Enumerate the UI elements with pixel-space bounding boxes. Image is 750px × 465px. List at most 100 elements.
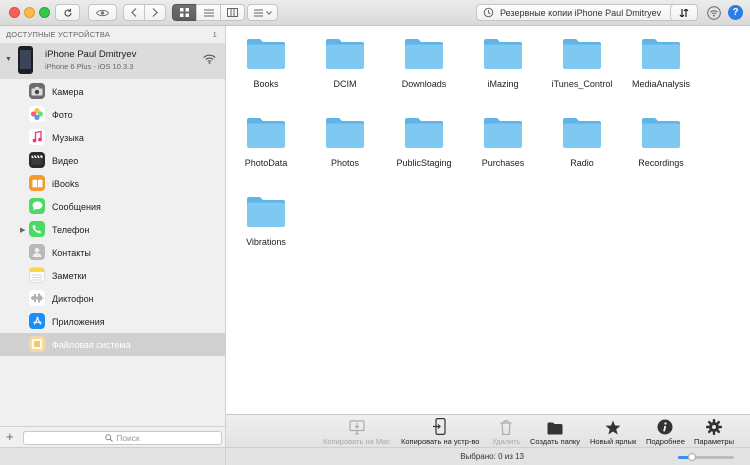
folder-item[interactable]: Books xyxy=(226,26,306,96)
sidebar: ДОСТУПНЫЕ УСТРОЙСТВА 1 ▼ iPhone Paul Dmi… xyxy=(0,26,226,465)
folder-icon xyxy=(484,118,522,148)
folder-name: Downloads xyxy=(401,79,447,89)
action-bar: Копировать на Mac Копировать на устр-во … xyxy=(226,414,750,447)
expand-triangle-icon[interactable]: ▶ xyxy=(20,226,25,234)
folder-item[interactable]: iMazing xyxy=(463,26,543,96)
notes-icon xyxy=(29,267,45,283)
copy-to-mac-icon xyxy=(348,420,365,435)
grid-icon xyxy=(180,8,189,17)
folder-item[interactable]: iTunes_Control xyxy=(542,26,622,96)
sidebar-item-voice-memos[interactable]: Диктофон xyxy=(0,287,225,310)
sidebar-item-photos[interactable]: Фото xyxy=(0,103,225,126)
info-label: Подробнее xyxy=(646,437,685,446)
copy-to-device-button[interactable]: Копировать на устр-во xyxy=(401,418,479,446)
arrange-icon xyxy=(253,9,263,16)
chevron-right-icon xyxy=(152,8,158,17)
file-browser: Books DCIM Downloads iMazing iTunes_Control M… xyxy=(226,26,750,414)
new-folder-button[interactable]: Создать папку xyxy=(530,418,580,446)
sidebar-status-bar xyxy=(0,447,225,465)
folder-item[interactable]: PublicStaging xyxy=(384,105,464,175)
close-window-button[interactable] xyxy=(9,7,20,18)
folder-item[interactable]: Recordings xyxy=(621,105,701,175)
sidebar-item-label: Музыка xyxy=(52,132,84,143)
folder-icon xyxy=(405,39,443,69)
arrange-dropdown[interactable] xyxy=(247,4,278,21)
video-icon xyxy=(29,152,45,168)
new-folder-icon xyxy=(547,422,563,435)
column-view-button[interactable] xyxy=(220,4,245,21)
sidebar-item-phone[interactable]: ▶ Телефон xyxy=(0,218,225,241)
copy-to-mac-label: Копировать на Mac xyxy=(323,437,391,446)
devices-header: ДОСТУПНЫЕ УСТРОЙСТВА 1 xyxy=(6,30,217,42)
chevron-left-icon xyxy=(131,8,137,17)
sidebar-item-notes[interactable]: Заметки xyxy=(0,264,225,287)
forward-button[interactable] xyxy=(144,4,166,21)
folder-name: Books xyxy=(253,79,279,89)
zoom-window-button[interactable] xyxy=(39,7,50,18)
folder-item[interactable]: PhotoData xyxy=(226,105,306,175)
folder-item[interactable]: Purchases xyxy=(463,105,543,175)
copy-to-mac-button[interactable]: Копировать на Mac xyxy=(323,418,390,446)
folder-name: DCIM xyxy=(333,79,357,89)
folder-name: Vibrations xyxy=(246,237,286,247)
music-icon xyxy=(29,129,45,145)
sidebar-item-label: Заметки xyxy=(52,270,87,281)
photos-icon xyxy=(29,106,45,122)
folder-name: MediaAnalysis xyxy=(631,79,691,89)
columns-icon xyxy=(227,8,238,17)
sidebar-item-video[interactable]: Видео xyxy=(0,149,225,172)
folder-icon xyxy=(563,118,601,148)
sidebar-item-messages[interactable]: Сообщения xyxy=(0,195,225,218)
ibooks-icon xyxy=(29,175,45,191)
sidebar-item-label: Сообщения xyxy=(52,201,101,212)
search-field[interactable]: Поиск xyxy=(23,431,222,445)
zoom-slider[interactable] xyxy=(678,453,734,461)
sidebar-item-label: Контакты xyxy=(52,247,91,258)
back-button[interactable] xyxy=(123,4,145,21)
device-row[interactable]: ▼ iPhone Paul Dmitryev iPhone 6 Plus - i… xyxy=(0,43,225,79)
folder-item[interactable]: MediaAnalysis xyxy=(621,26,701,96)
wifi-sync-icon[interactable] xyxy=(707,6,721,22)
new-shortcut-button[interactable]: Новый ярлык xyxy=(590,418,636,446)
sidebar-item-contacts[interactable]: Контакты xyxy=(0,241,225,264)
folder-item[interactable]: Photos xyxy=(305,105,385,175)
list-view-button[interactable] xyxy=(196,4,221,21)
help-icon[interactable]: ? xyxy=(728,5,743,20)
icon-view-button[interactable] xyxy=(172,4,197,21)
phone-icon xyxy=(29,221,45,237)
disclosure-triangle-icon[interactable]: ▼ xyxy=(5,56,12,63)
delete-button[interactable]: Удалить xyxy=(492,418,521,446)
sidebar-item-music[interactable]: Музыка xyxy=(0,126,225,149)
folder-item[interactable]: Vibrations xyxy=(226,184,306,254)
backups-label: Резервные копии iPhone Paul Dmitryev xyxy=(500,7,662,18)
trash-icon xyxy=(500,420,512,435)
backups-button[interactable]: Резервные копии iPhone Paul Dmitryev xyxy=(476,4,698,21)
folder-icon xyxy=(247,197,285,227)
preview-button[interactable] xyxy=(88,4,117,21)
folder-icon xyxy=(484,39,522,69)
refresh-button[interactable] xyxy=(55,4,80,21)
selection-status: Выбрано: 0 из 13 xyxy=(460,452,524,461)
folder-item[interactable]: Radio xyxy=(542,105,622,175)
voice-memos-icon xyxy=(29,290,45,306)
folder-icon xyxy=(326,118,364,148)
app-store-icon xyxy=(29,313,45,329)
settings-button[interactable]: Параметры xyxy=(694,418,734,446)
folder-name: Radio xyxy=(570,158,594,168)
folder-item[interactable]: Downloads xyxy=(384,26,464,96)
transfer-button[interactable] xyxy=(670,4,698,21)
file-system-icon xyxy=(29,336,45,352)
info-button[interactable]: Подробнее xyxy=(646,418,685,446)
sidebar-item-apps[interactable]: Приложения xyxy=(0,310,225,333)
sidebar-item-ibooks[interactable]: iBooks xyxy=(0,172,225,195)
sidebar-item-label: Диктофон xyxy=(52,293,94,304)
chevron-down-icon xyxy=(265,10,272,15)
zoom-slider-knob[interactable] xyxy=(688,453,696,461)
sidebar-item-camera[interactable]: Камера xyxy=(0,80,225,103)
sidebar-item-file-system[interactable]: Файловая система xyxy=(0,333,225,356)
device-model: iPhone 6 Plus - iOS 10.3.3 xyxy=(45,62,134,71)
folder-item[interactable]: DCIM xyxy=(305,26,385,96)
wifi-icon xyxy=(203,54,216,64)
minimize-window-button[interactable] xyxy=(24,7,35,18)
add-icon[interactable]: + xyxy=(6,429,14,444)
